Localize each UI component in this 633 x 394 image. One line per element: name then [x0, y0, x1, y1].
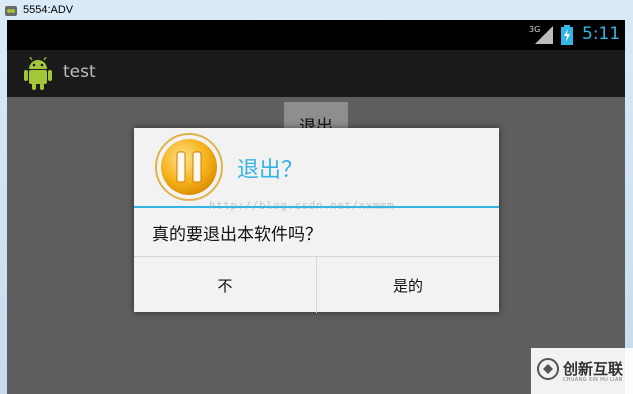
battery-charging-icon: [561, 25, 573, 49]
window-titlebar[interactable]: 5554:ADV: [0, 0, 633, 20]
emulator-window: 5554:ADV 3G 5:11 test 退出 退出？ 真的要退出本软件吗？ …: [0, 0, 633, 394]
brand-logo-icon: [537, 358, 559, 384]
corner-watermark: 创新互联 CHUANG XIN HU LIAN: [531, 348, 633, 394]
no-button[interactable]: 不: [134, 257, 316, 313]
exit-dialog: 退出？ http://blog.csdn.net/xxmmm 真的要退出本软件吗…: [134, 128, 499, 313]
dialog-title-divider: [134, 206, 499, 208]
watermark-brand-subtext: CHUANG XIN HU LIAN: [563, 377, 623, 383]
window-title: 5554:ADV: [23, 4, 74, 16]
emulator-app-icon: [4, 3, 18, 17]
yes-button[interactable]: 是的: [316, 257, 499, 313]
signal-icon: [535, 26, 553, 48]
dialog-button-bar: 不 是的: [134, 256, 499, 313]
android-icon[interactable]: [23, 56, 53, 95]
dialog-header: 退出？: [134, 128, 499, 206]
dialog-title: 退出？: [237, 158, 304, 183]
dialog-message: 真的要退出本软件吗？: [152, 225, 322, 245]
pause-icon: [154, 132, 224, 206]
status-clock: 5:11: [582, 24, 621, 44]
android-screen: 3G 5:11 test 退出 退出？ 真的要退出本软件吗？ 不 是的: [7, 20, 625, 394]
app-title: test: [63, 62, 96, 82]
watermark-brand-text: 创新互联: [563, 360, 624, 378]
action-bar: test: [7, 50, 625, 97]
status-bar: 3G 5:11: [7, 20, 625, 50]
